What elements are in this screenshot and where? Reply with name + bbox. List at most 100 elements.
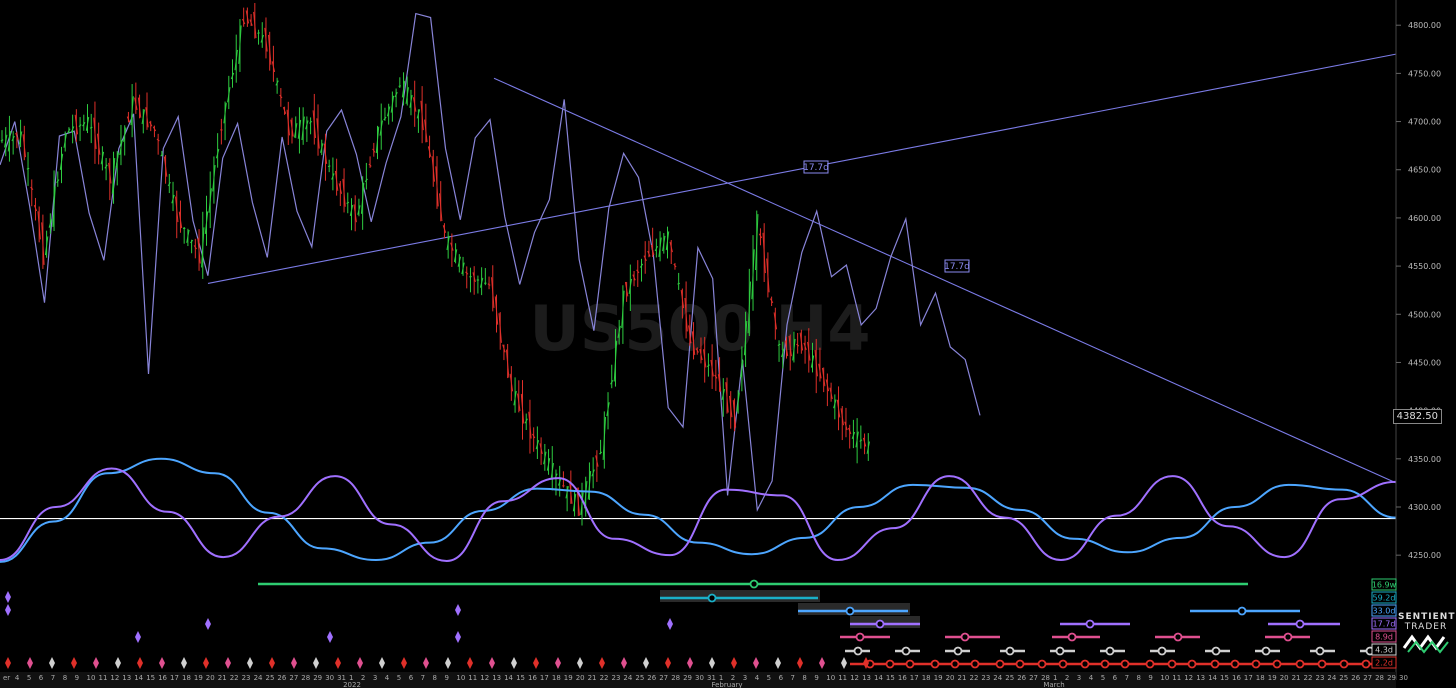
x-tick-label: 9 <box>445 674 449 682</box>
x-tick-label: 21 <box>1292 674 1301 682</box>
phase-marker <box>749 579 759 589</box>
x-tick-label: 26 <box>277 674 286 682</box>
price-chart[interactable]: US500 H4 17.7d 17.7d 4250.00 4300.00 4350.0… <box>0 0 1456 688</box>
x-tick-label: 30 <box>325 674 334 682</box>
phase-marker <box>1067 632 1077 642</box>
phase-marker <box>1145 659 1155 669</box>
x-tick-label: 25 <box>1005 674 1014 682</box>
phase-marker <box>1251 659 1261 669</box>
candle-body <box>26 167 30 170</box>
x-tick-label: 18 <box>182 674 191 682</box>
x-tick-label: 4 <box>755 674 760 682</box>
logo-line1: SENTIENT <box>1398 612 1456 622</box>
phase-marker <box>1339 659 1349 669</box>
y-tick-label: 4250.00 <box>1408 551 1441 560</box>
x-tick-label: 28 <box>301 674 310 682</box>
y-tick-label: 4700.00 <box>1408 118 1441 127</box>
x-tick-label: 25 <box>1339 674 1348 682</box>
x-tick-label: 22 <box>600 674 609 682</box>
symbol-watermark: US500 H4 <box>529 292 870 365</box>
x-tick-label: 16 <box>1232 674 1241 682</box>
x-tick-label: 13 <box>862 674 871 682</box>
x-tick-label: 29 <box>1387 674 1396 682</box>
phase-marker <box>1055 646 1065 656</box>
period-legend: 16.9w 59.2d 33.0d 17.7d 8.9d 4.3d 2.2d <box>1371 578 1397 669</box>
x-tick-label: 24 <box>993 674 1002 682</box>
phase-marker <box>1210 659 1220 669</box>
x-tick-label: 22 <box>1304 674 1313 682</box>
x-tick-label: 6 <box>39 674 44 682</box>
phase-marker <box>1295 619 1305 629</box>
phase-marker <box>1361 659 1371 669</box>
x-tick-label: 5 <box>397 674 401 682</box>
x-tick-label: 17 <box>910 674 919 682</box>
x-tick-label: 14 <box>504 674 513 682</box>
x-tick-label: 15 <box>516 674 525 682</box>
x-tick-label: 6 <box>409 674 414 682</box>
current-price-tag: 4382.50 <box>1392 409 1442 424</box>
x-tick-label: 29 <box>683 674 692 682</box>
phase-marker <box>1317 659 1327 669</box>
phase-marker <box>875 619 885 629</box>
period-legend-label: 2.2d <box>1375 659 1393 668</box>
x-tick-label: 5 <box>1101 674 1105 682</box>
phase-marker <box>885 659 895 669</box>
x-tick-label: 16 <box>158 674 167 682</box>
x-tick-label: 20 <box>946 674 955 682</box>
x-tick-label: 8 <box>1137 674 1141 682</box>
x-tick-label: 26 <box>1017 674 1026 682</box>
x-tick-label: 19 <box>194 674 203 682</box>
x-tick-label: 8 <box>433 674 437 682</box>
phase-marker <box>950 659 960 669</box>
phase-marker <box>970 659 980 669</box>
x-tick-label: 18 <box>1256 674 1265 682</box>
x-tick-label: 8 <box>63 674 67 682</box>
x-tick-label: 11 <box>99 674 108 682</box>
phase-range-box <box>660 590 820 602</box>
x-tick-label: 10 <box>1160 674 1169 682</box>
period-legend-label: 8.9d <box>1375 633 1393 642</box>
x-tick-label: 4 <box>385 674 390 682</box>
y-tick-label: 4750.00 <box>1408 69 1441 78</box>
x-tick-label: 21 <box>588 674 597 682</box>
x-tick-label: 30 <box>1399 674 1408 682</box>
x-tick-label: 23 <box>981 674 990 682</box>
x-tick-label: 10 <box>456 674 465 682</box>
y-tick-label: 4600.00 <box>1408 214 1441 223</box>
y-tick-label: 4450.00 <box>1408 358 1441 367</box>
phase-marker <box>1085 619 1095 629</box>
candle-body <box>398 85 402 87</box>
phase-marker <box>1173 632 1183 642</box>
phase-marker <box>1100 659 1110 669</box>
phase-marker <box>1105 646 1115 656</box>
phase-marker <box>1230 659 1240 669</box>
phase-marker <box>1283 632 1293 642</box>
x-tick-label: 28 <box>1375 674 1384 682</box>
x-tick-label: 24 <box>1327 674 1336 682</box>
x-tick-label: 11 <box>468 674 477 682</box>
month-label: 2022 <box>343 681 361 688</box>
y-tick-label: 4550.00 <box>1408 262 1441 271</box>
annotation-label: 17.7d <box>803 163 829 173</box>
x-tick-label: 9 <box>814 674 818 682</box>
phase-marker <box>953 646 963 656</box>
x-tick-label: 11 <box>1172 674 1181 682</box>
x-tick-label: 27 <box>289 674 298 682</box>
x-tick-label: 7 <box>421 674 425 682</box>
phase-marker <box>855 632 865 642</box>
x-tick-label: 14 <box>1208 674 1217 682</box>
x-tick-label: 9 <box>75 674 79 682</box>
phase-marker <box>1037 659 1047 669</box>
x-tick-label: 22 <box>970 674 979 682</box>
x-tick-label: 13 <box>1196 674 1205 682</box>
phase-marker <box>853 646 863 656</box>
x-tick-label: 5 <box>767 674 771 682</box>
annotation-label: 17.7d <box>944 262 970 272</box>
month-label: March <box>1043 681 1064 688</box>
x-tick-label: 17 <box>170 674 179 682</box>
x-tick-label: 25 <box>635 674 644 682</box>
phase-marker <box>901 646 911 656</box>
x-tick-label: 13 <box>122 674 131 682</box>
x-tick-label: 6 <box>1113 674 1118 682</box>
x-tick-label: 20 <box>206 674 215 682</box>
